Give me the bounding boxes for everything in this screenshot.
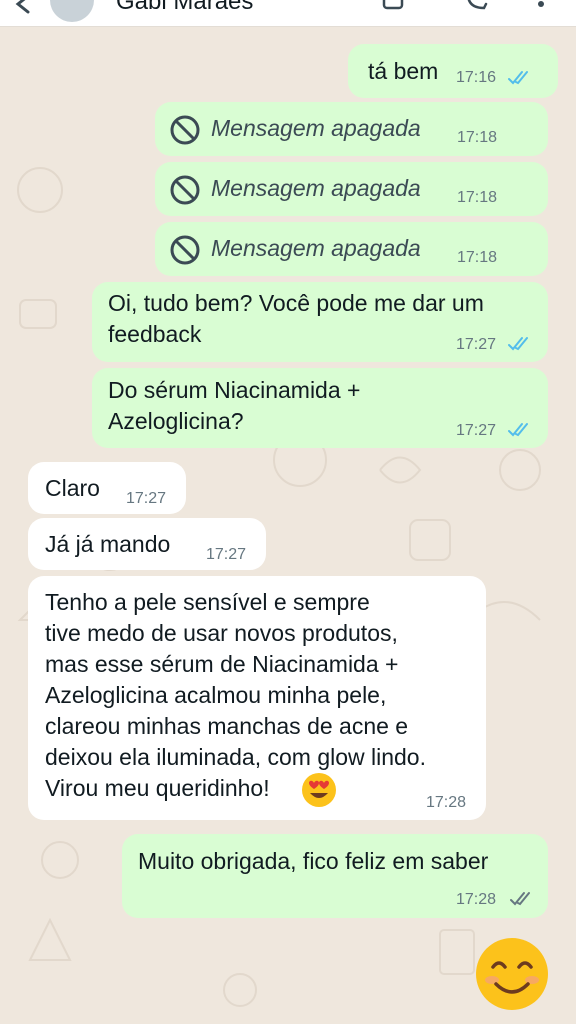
message-text-line: Do sérum Niacinamida + (108, 377, 361, 403)
message-text-line: mas esse sérum de Niacinamida + (45, 651, 399, 677)
emoji-message[interactable] (474, 936, 552, 1014)
message-text: tá bem (368, 58, 439, 84)
deleted-message-icon (170, 235, 200, 265)
message-bubble-outgoing-deleted[interactable]: Mensagem apagada 17:18 (155, 222, 548, 276)
message-time: 17:28 (456, 891, 497, 908)
message-text-line: feedback (108, 321, 202, 347)
delivered-ticks-icon (510, 892, 530, 906)
message-time: 17:18 (457, 189, 498, 206)
message-time: 17:28 (426, 794, 467, 811)
message-time: 17:18 (457, 129, 498, 146)
message-bubble-outgoing-deleted[interactable]: Mensagem apagada 17:18 (155, 162, 548, 216)
menu-icon[interactable] (536, 0, 546, 14)
message-bubble-outgoing[interactable]: Muito obrigada, fico feliz em saber 17:2… (122, 834, 548, 918)
message-bubble-incoming[interactable]: Tenho a pele sensível e sempre tive medo… (28, 576, 486, 820)
video-call-icon[interactable] (382, 0, 412, 16)
message-text: Mensagem apagada (211, 235, 421, 261)
message-text-line: Oi, tudo bem? Você pode me dar um (108, 290, 484, 316)
message-text: Mensagem apagada (211, 175, 421, 201)
message-bubble-incoming[interactable]: Claro 17:27 (28, 462, 186, 514)
back-arrow-icon[interactable] (8, 0, 38, 18)
chat-header: Gabi Marães (0, 0, 576, 27)
read-ticks-icon (508, 423, 528, 437)
message-text-line: tive medo de usar novos produtos, (45, 620, 398, 646)
message-bubble-incoming[interactable]: Já já mando 17:27 (28, 518, 266, 570)
message-bubble-outgoing[interactable]: tá bem 17:16 (348, 44, 558, 98)
message-bubble-outgoing[interactable]: Oi, tudo bem? Você pode me dar um feedba… (92, 282, 548, 362)
message-text: Mensagem apagada (211, 115, 421, 141)
message-text-line: Virou meu queridinho! (45, 775, 270, 801)
message-time: 17:27 (126, 490, 167, 507)
message-time: 17:16 (456, 69, 497, 86)
message-text-line: clareou minhas manchas de acne e (45, 713, 409, 739)
smiling-face-emoji (476, 938, 548, 1010)
message-text-line: deixou ela iluminada, com glow lindo. (45, 744, 426, 770)
message-text-line: Tenho a pele sensível e sempre (45, 589, 370, 615)
message-text: Já já mando (45, 531, 171, 557)
message-time: 17:18 (457, 249, 498, 266)
deleted-message-icon (170, 115, 200, 145)
message-time: 17:27 (456, 422, 497, 439)
message-time: 17:27 (456, 336, 497, 353)
contact-name[interactable]: Gabi Marães (116, 0, 253, 16)
read-ticks-icon (508, 337, 528, 351)
message-text: Claro (45, 475, 100, 501)
phone-icon[interactable] (462, 0, 492, 16)
read-ticks-icon (508, 71, 528, 85)
message-text-line: Azeloglicina acalmou minha pele, (45, 682, 387, 708)
message-time: 17:27 (206, 546, 247, 563)
message-bubble-outgoing-deleted[interactable]: Mensagem apagada 17:18 (155, 102, 548, 156)
message-text: Muito obrigada, fico feliz em saber (138, 848, 489, 874)
contact-avatar[interactable] (50, 0, 94, 22)
deleted-message-icon (170, 175, 200, 205)
heart-eyes-emoji (302, 773, 336, 807)
message-bubble-outgoing[interactable]: Do sérum Niacinamida + Azeloglicina? 17:… (92, 368, 548, 448)
message-text-line: Azeloglicina? (108, 408, 244, 434)
